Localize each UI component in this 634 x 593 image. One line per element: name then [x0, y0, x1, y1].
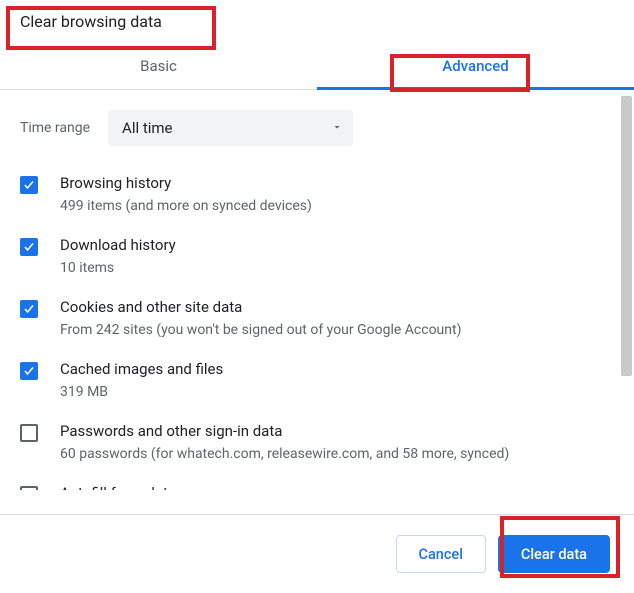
option-checkbox[interactable]	[20, 424, 38, 442]
option-text: Cookies and other site data From 242 site…	[60, 298, 461, 338]
option-subtitle: 499 items (and more on synced devices)	[60, 198, 312, 214]
option-checkbox[interactable]	[20, 238, 38, 256]
option-checkbox[interactable]	[20, 362, 38, 380]
chevron-down-icon	[331, 119, 343, 137]
cancel-button[interactable]: Cancel	[396, 535, 486, 573]
clear-data-button[interactable]: Clear data	[498, 535, 610, 573]
option-subtitle: From 242 sites (you won't be signed out …	[60, 322, 461, 338]
options-list: Browsing history 499 items (and more on s…	[20, 174, 614, 490]
dialog-footer: Cancel Clear data	[0, 514, 634, 593]
scrollbar[interactable]	[621, 96, 632, 376]
time-range-select[interactable]: All time	[108, 110, 353, 146]
option-text: Cached images and files 319 MB	[60, 360, 223, 400]
option-text: Autofill form data	[60, 484, 176, 490]
option-row: Download history 10 items	[20, 236, 614, 276]
option-checkbox[interactable]	[20, 176, 38, 194]
option-row: Cached images and files 319 MB	[20, 360, 614, 400]
option-text: Passwords and other sign-in data 60 passw…	[60, 422, 509, 462]
option-subtitle: 60 passwords (for whatech.com, releasewi…	[60, 446, 509, 462]
option-subtitle: 319 MB	[60, 384, 223, 400]
option-text: Download history 10 items	[60, 236, 176, 276]
tab-bar: Basic Advanced	[0, 45, 634, 90]
option-title: Cached images and files	[60, 360, 223, 378]
option-title: Autofill form data	[60, 484, 176, 490]
option-checkbox[interactable]	[20, 300, 38, 318]
option-text: Browsing history 499 items (and more on s…	[60, 174, 312, 214]
option-row: Passwords and other sign-in data 60 passw…	[20, 422, 614, 462]
option-row: Autofill form data	[20, 484, 614, 490]
option-title: Passwords and other sign-in data	[60, 422, 509, 440]
content-area: Time range All time Browsing history 499 …	[0, 90, 634, 490]
option-row: Cookies and other site data From 242 site…	[20, 298, 614, 338]
tab-advanced[interactable]: Advanced	[317, 45, 634, 89]
time-range-value: All time	[122, 119, 172, 137]
time-range-label: Time range	[20, 120, 90, 136]
option-checkbox[interactable]	[20, 486, 38, 490]
time-range-row: Time range All time	[20, 110, 614, 146]
option-title: Cookies and other site data	[60, 298, 461, 316]
tab-basic[interactable]: Basic	[0, 45, 317, 89]
option-title: Download history	[60, 236, 176, 254]
option-row: Browsing history 499 items (and more on s…	[20, 174, 614, 214]
option-title: Browsing history	[60, 174, 312, 192]
dialog-title: Clear browsing data	[0, 0, 182, 39]
option-subtitle: 10 items	[60, 260, 176, 276]
